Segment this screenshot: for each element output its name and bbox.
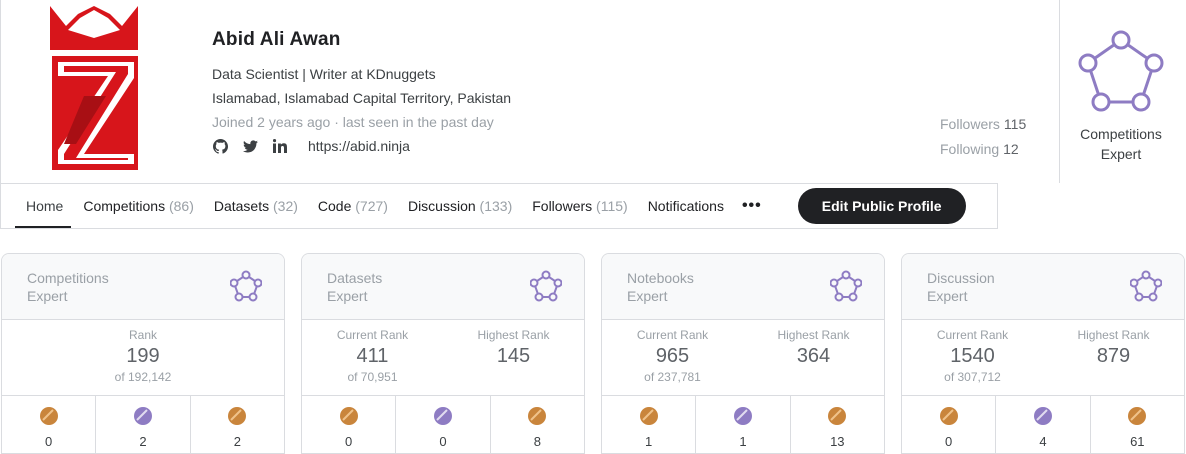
expert-pentagon-icon <box>1130 270 1162 302</box>
datasets-card: Datasets Expert Current Rank 411 of 70,95… <box>301 253 585 454</box>
highest-rank: Highest Rank 879 <box>1077 328 1150 367</box>
highest-tier-badge: Competitions Expert <box>1061 30 1181 164</box>
expert-pentagon-icon <box>830 270 862 302</box>
silver-medal-icon <box>433 407 452 425</box>
profile-headline: Data Scientist | Writer at KDnuggets <box>212 66 436 82</box>
z-crown-logo-icon <box>50 6 138 170</box>
profile-avatar <box>46 4 142 174</box>
bronze-medal-icon <box>828 407 847 425</box>
header-frame <box>0 0 1060 183</box>
social-links: https://abid.ninja <box>212 138 410 154</box>
expert-pentagon-icon <box>230 270 262 302</box>
card-header: Discussion Expert <box>902 254 1184 320</box>
silver-medals[interactable]: 4 <box>996 396 1091 453</box>
tab-followers[interactable]: Followers (115) <box>522 184 637 228</box>
gold-medals[interactable]: 0 <box>302 396 397 453</box>
medal-counts: 1 1 13 <box>602 396 884 453</box>
profile-tabs: Home Competitions (86) Datasets (32) Cod… <box>0 183 998 229</box>
competitions-card: Competitions Expert Rank 199 of 192,142 0… <box>1 253 285 454</box>
current-rank: Rank 199 of 192,142 <box>114 328 172 384</box>
rank-section: Current Rank 1540 of 307,712 Highest Ran… <box>902 320 1184 396</box>
followers-label: Followers <box>940 116 1000 132</box>
tab-datasets[interactable]: Datasets (32) <box>204 184 308 228</box>
notebooks-card: Notebooks Expert Current Rank 965 of 237,… <box>601 253 885 454</box>
medal-counts: 0 0 8 <box>302 396 584 453</box>
silver-medals[interactable]: 2 <box>96 396 191 453</box>
highest-rank: Highest Rank 364 <box>777 328 850 367</box>
gold-medal-icon <box>39 407 58 425</box>
gold-medals[interactable]: 1 <box>602 396 697 453</box>
highest-rank: Highest Rank 145 <box>477 328 550 367</box>
expert-pentagon-icon <box>530 270 562 302</box>
gold-medal-icon <box>939 407 958 425</box>
rank-section: Current Rank 411 of 70,951 Highest Rank … <box>302 320 584 396</box>
silver-medal-icon <box>733 407 752 425</box>
silver-medals[interactable]: 1 <box>696 396 791 453</box>
bronze-medals[interactable]: 8 <box>491 396 584 453</box>
silver-medals[interactable]: 0 <box>396 396 491 453</box>
silver-medal-icon <box>1033 407 1052 425</box>
tab-discussion[interactable]: Discussion (133) <box>398 184 522 228</box>
followers-count: 115 <box>1003 116 1027 132</box>
tab-competitions[interactable]: Competitions (86) <box>73 184 204 228</box>
bronze-medals[interactable]: 13 <box>791 396 884 453</box>
following-count: 12 <box>1003 141 1019 157</box>
linkedin-icon[interactable] <box>272 138 288 154</box>
current-rank: Current Rank 411 of 70,951 <box>336 328 409 384</box>
website-link[interactable]: https://abid.ninja <box>308 138 410 154</box>
rank-section: Rank 199 of 192,142 <box>2 320 284 396</box>
current-rank: Current Rank 1540 of 307,712 <box>936 328 1009 384</box>
card-header: Competitions Expert <box>2 254 284 320</box>
tab-notifications[interactable]: Notifications <box>638 184 734 228</box>
bronze-medals[interactable]: 2 <box>191 396 284 453</box>
silver-medal-icon <box>133 407 152 425</box>
medal-counts: 0 2 2 <box>2 396 284 453</box>
more-menu-button[interactable]: ••• <box>734 186 776 226</box>
edit-public-profile-button[interactable]: Edit Public Profile <box>797 188 966 224</box>
medal-counts: 0 4 61 <box>902 396 1184 453</box>
tab-code[interactable]: Code (727) <box>308 184 398 228</box>
card-tier-label: Datasets Expert <box>327 270 383 304</box>
bronze-medals[interactable]: 61 <box>1091 396 1184 453</box>
card-tier-label: Competitions Expert <box>27 270 109 304</box>
tier-label-line2: Expert <box>1100 146 1142 162</box>
profile-name: Abid Ali Awan <box>212 29 341 50</box>
card-header: Datasets Expert <box>302 254 584 320</box>
github-icon[interactable] <box>212 138 228 154</box>
tab-home[interactable]: Home <box>1 184 73 228</box>
gold-medal-icon <box>639 407 658 425</box>
following-stat[interactable]: Following 12 <box>940 141 1019 157</box>
discussion-card: Discussion Expert Current Rank 1540 of 30… <box>901 253 1185 454</box>
bronze-medal-icon <box>528 407 547 425</box>
bronze-medal-icon <box>228 407 247 425</box>
card-tier-label: Discussion Expert <box>927 270 995 304</box>
rank-section: Current Rank 965 of 237,781 Highest Rank… <box>602 320 884 396</box>
profile-header: Abid Ali Awan Data Scientist | Writer at… <box>0 0 1186 183</box>
card-tier-label: Notebooks Expert <box>627 270 694 304</box>
gold-medals[interactable]: 0 <box>2 396 97 453</box>
bronze-medal-icon <box>1128 407 1147 425</box>
card-header: Notebooks Expert <box>602 254 884 320</box>
following-label: Following <box>940 141 1000 157</box>
current-rank: Current Rank 965 of 237,781 <box>636 328 709 384</box>
profile-joined: Joined 2 years ago · last seen in the pa… <box>212 114 494 130</box>
followers-stat[interactable]: Followers 115 <box>940 116 1026 132</box>
tier-label-line1: Competitions <box>1080 126 1162 142</box>
twitter-icon[interactable] <box>242 138 258 154</box>
expert-pentagon-icon <box>1078 30 1164 112</box>
profile-location: Islamabad, Islamabad Capital Territory, … <box>212 90 512 106</box>
gold-medals[interactable]: 0 <box>902 396 997 453</box>
gold-medal-icon <box>339 407 358 425</box>
